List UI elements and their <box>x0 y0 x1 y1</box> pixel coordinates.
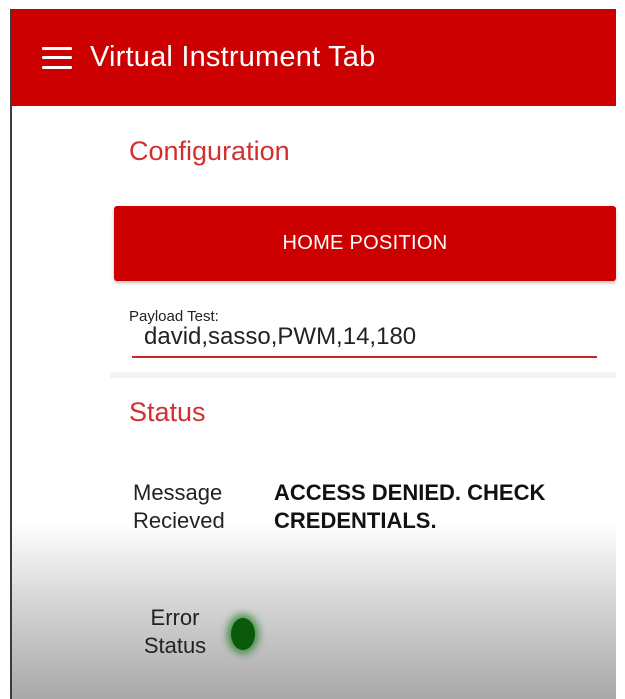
left-gutter <box>12 106 110 699</box>
error-status-label: Error Status <box>143 605 207 658</box>
main-content: Configuration HOME POSITION Payload Test… <box>12 106 616 699</box>
message-received-label: Message Recieved <box>133 480 225 533</box>
menu-icon[interactable] <box>42 46 72 69</box>
app-title: Virtual Instrument Tab <box>90 41 376 73</box>
error-status-indicator-icon <box>231 618 255 650</box>
app-screen: Virtual Instrument Tab Configuration HOM… <box>0 0 625 699</box>
status-title: Status <box>129 397 206 427</box>
app-bar: Virtual Instrument Tab <box>12 9 616 106</box>
message-received-value: ACCESS DENIED. CHECK CREDENTIALS. <box>274 480 546 533</box>
home-position-button[interactable]: HOME POSITION <box>114 206 616 281</box>
configuration-title: Configuration <box>129 136 290 166</box>
section-divider <box>110 372 616 378</box>
payload-input[interactable] <box>132 318 597 358</box>
window-frame-top <box>0 0 625 9</box>
window-frame-right <box>616 0 625 699</box>
